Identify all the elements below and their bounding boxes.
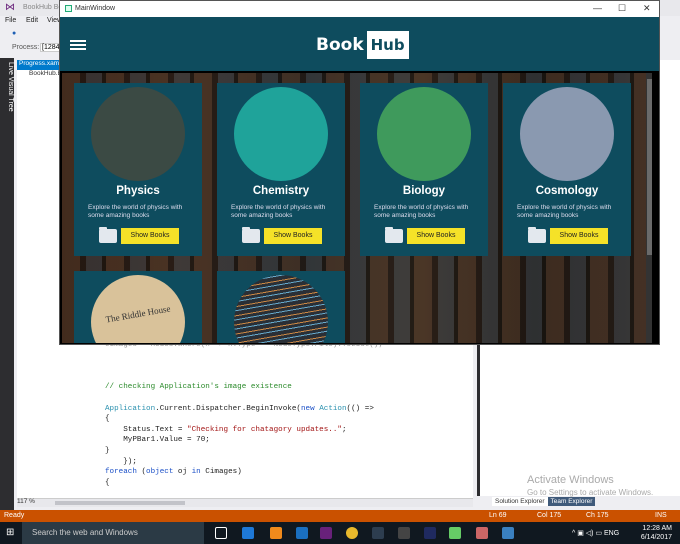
vs-toolbar: ● Process: [1284]	[0, 28, 64, 56]
folder-icon[interactable]	[385, 227, 403, 243]
notepad-icon[interactable]	[449, 527, 461, 539]
doc-tab-progress[interactable]: Progress.xaml	[17, 60, 60, 70]
window-app-icon	[65, 5, 72, 12]
folder-icon[interactable]	[99, 227, 117, 243]
card-image	[234, 87, 328, 181]
content-scrollbar[interactable]	[646, 73, 652, 343]
code-text: Cimages = nodes.Where(n => n.Type == Nod…	[105, 341, 383, 487]
folder-icon[interactable]	[528, 227, 546, 243]
status-mode: INS	[655, 512, 667, 519]
process-label: Process:	[12, 44, 40, 51]
app-icon[interactable]	[398, 527, 410, 539]
clock[interactable]: 12:28 AM 6/14/2017	[641, 524, 672, 542]
status-col: Col 175	[537, 512, 562, 519]
show-books-button[interactable]: Show Books	[264, 228, 322, 244]
photoshop-icon[interactable]	[424, 527, 436, 539]
window-title-bar: MainWindow — ☐ ✕	[60, 1, 659, 17]
category-card-literature: The Riddle House	[74, 271, 202, 343]
status-ready: Ready	[4, 512, 25, 519]
category-card-programming	[217, 271, 345, 343]
card-title: Biology	[402, 185, 446, 197]
chrome-icon[interactable]	[346, 527, 358, 539]
card-image	[377, 87, 471, 181]
windows-start-icon[interactable]: ⊞	[6, 527, 14, 538]
folder-icon[interactable]	[242, 227, 260, 243]
status-bar: Ready Ln 69 Col 175 Ch 175 INS	[0, 510, 680, 522]
card-description: Explore the world of physics with some a…	[374, 204, 469, 219]
lightroom-icon[interactable]	[372, 527, 384, 539]
category-grid: Physics Explore the world of physics wit…	[62, 73, 652, 343]
card-description: Explore the world of physics with some a…	[88, 204, 183, 219]
vs-logo-icon: ⋈	[5, 2, 15, 13]
zoom-level[interactable]: 117 %	[17, 498, 35, 505]
minimize-icon[interactable]: —	[593, 3, 602, 13]
status-ch: Ch 175	[586, 512, 609, 519]
show-books-button[interactable]: Show Books	[121, 228, 179, 244]
paint-icon[interactable]	[476, 527, 488, 539]
hamburger-menu-icon[interactable]	[70, 40, 86, 50]
window-title: MainWindow	[75, 5, 116, 12]
menu-edit[interactable]: Edit	[26, 17, 38, 24]
bookhub-logo: Book Hub	[316, 29, 409, 61]
tab-team-explorer[interactable]: Team Explorer	[547, 497, 596, 506]
card-image	[234, 275, 328, 343]
category-card-cosmology: Cosmology Explore the world of physics w…	[503, 83, 631, 256]
system-tray[interactable]: ^ ▣ ◁) ▭ ENG	[572, 529, 619, 537]
category-card-chemistry: Chemistry Explore the world of physics w…	[217, 83, 345, 256]
card-description: Explore the world of physics with some a…	[517, 204, 612, 219]
status-line: Ln 69	[489, 512, 507, 519]
main-window: MainWindow — ☐ ✕ Book Hub Physics Explore…	[59, 0, 660, 345]
activate-watermark: Activate Windows	[527, 474, 614, 486]
card-image: The Riddle House	[91, 275, 185, 343]
vlc-icon[interactable]	[270, 527, 282, 539]
visual-studio-icon[interactable]	[320, 527, 332, 539]
show-books-button[interactable]: Show Books	[550, 228, 608, 244]
explorer-icon[interactable]	[296, 527, 308, 539]
card-description: Explore the world of physics with some a…	[231, 204, 326, 219]
tab-solution-explorer[interactable]: Solution Explorer	[492, 497, 548, 506]
project-dropdown[interactable]: BookHub.B	[17, 70, 60, 80]
back-icon[interactable]: ●	[12, 30, 16, 37]
card-image	[91, 87, 185, 181]
main-window-icon[interactable]	[502, 527, 514, 539]
vs-title: BookHub Be	[23, 4, 63, 11]
category-card-biology: Biology Explore the world of physics wit…	[360, 83, 488, 256]
taskbar: ⊞ Search the web and Windows ^ ▣ ◁) ▭ EN…	[0, 522, 680, 544]
editor-hscrollbar[interactable]	[17, 498, 473, 507]
show-books-button[interactable]: Show Books	[407, 228, 465, 244]
card-image	[520, 87, 614, 181]
maximize-icon[interactable]: ☐	[618, 3, 626, 14]
app-header: Book Hub	[60, 17, 659, 71]
card-title: Physics	[116, 185, 160, 197]
menu-file[interactable]: File	[5, 17, 16, 24]
panel-tabs: Solution Explorer Team Explorer	[492, 497, 596, 506]
task-view-icon[interactable]	[215, 527, 227, 539]
card-title: Chemistry	[252, 185, 310, 197]
close-icon[interactable]: ✕	[643, 3, 651, 14]
language-indicator[interactable]: ENG	[604, 530, 619, 537]
taskbar-search[interactable]: Search the web and Windows	[22, 522, 204, 544]
category-card-physics: Physics Explore the world of physics wit…	[74, 83, 202, 256]
live-visual-tree-tab[interactable]: Live Visual Tree	[0, 58, 14, 510]
activate-watermark-sub: Go to Settings to activate Windows.	[527, 488, 654, 497]
edge-icon[interactable]	[242, 527, 254, 539]
card-title: Cosmology	[535, 185, 599, 197]
